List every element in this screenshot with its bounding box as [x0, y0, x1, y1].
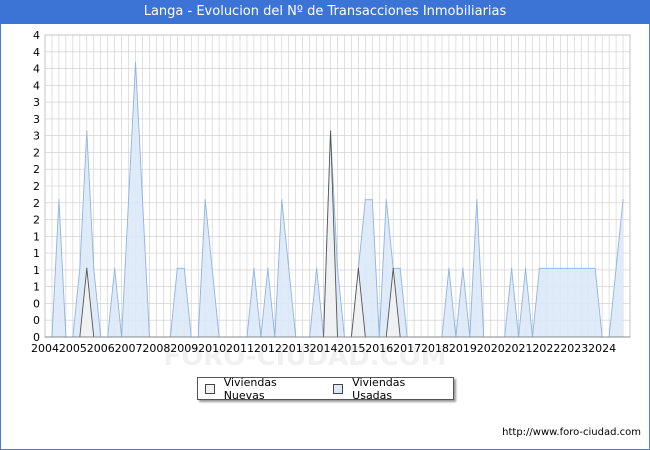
x-tick-label: 2024 [588, 342, 616, 355]
y-tick-label: 3 [33, 96, 40, 109]
viviendas-usadas-point [545, 267, 548, 269]
x-tick-label: 2008 [142, 342, 170, 355]
viviendas-usadas-point [573, 267, 575, 269]
y-tick-label: 0 [33, 297, 40, 310]
y-tick-label: 1 [33, 230, 40, 243]
x-tick-label: 2021 [505, 342, 533, 355]
viviendas-usadas-point [336, 267, 339, 269]
viviendas-usadas-point [93, 267, 95, 269]
legend-label-nuevas: Viviendas Nuevas [223, 375, 277, 402]
y-tick-label: 2 [33, 146, 40, 159]
source-url: http://www.foro-ciudad.com [502, 427, 641, 438]
y-tick-label: 1 [33, 264, 40, 277]
viviendas-usadas-point [559, 267, 561, 269]
viviendas-usadas-point [462, 267, 464, 269]
viviendas-usadas-point [538, 267, 541, 269]
y-tick-label: 4 [33, 63, 40, 76]
y-tick-label: 1 [33, 281, 40, 294]
x-tick-label: 2017 [393, 342, 421, 355]
viviendas-usadas-point [524, 267, 527, 269]
viviendas-usadas-point [552, 267, 554, 269]
y-tick-label: 0 [33, 314, 40, 327]
viviendas-usadas-point [183, 267, 185, 269]
viviendas-usadas-point [580, 267, 582, 269]
viviendas-usadas-point [448, 267, 450, 269]
viviendas-usadas-point [316, 267, 318, 269]
viviendas-usadas-point [281, 199, 283, 201]
y-tick-label: 3 [33, 130, 40, 143]
y-tick-label: 2 [33, 163, 40, 176]
viviendas-usadas-point [127, 199, 130, 201]
viviendas-usadas-point [114, 267, 116, 269]
legend-swatch-nuevas [205, 383, 215, 394]
x-tick-label: 2010 [198, 342, 226, 355]
x-tick-label: 2019 [449, 342, 477, 355]
viviendas-usadas-point [587, 267, 589, 269]
viviendas-usadas-point [58, 199, 60, 201]
viviendas-usadas-point [253, 267, 255, 269]
viviendas-usadas-point [267, 267, 269, 269]
viviendas-usadas-point [511, 267, 513, 269]
x-tick-label: 2022 [532, 342, 560, 355]
viviendas-usadas-point [79, 267, 81, 269]
x-tick-label: 2005 [59, 342, 87, 355]
x-tick-label: 2020 [477, 342, 505, 355]
x-tick-label: 2016 [365, 342, 393, 355]
x-tick-label: 2007 [115, 342, 143, 355]
legend-swatch-usadas [333, 383, 344, 394]
legend-label-usadas: Viviendas Usadas [352, 375, 406, 402]
viviendas-nuevas-point [329, 130, 332, 132]
viviendas-usadas-point [364, 199, 366, 201]
y-tick-label: 1 [33, 247, 40, 260]
x-tick-label: 2006 [87, 342, 115, 355]
y-tick-label: 3 [33, 113, 40, 126]
y-tick-label: 2 [33, 197, 40, 210]
x-tick-label: 2015 [337, 342, 365, 355]
viviendas-usadas-point [566, 267, 568, 269]
y-tick-label: 2 [33, 214, 40, 227]
y-tick-label: 4 [33, 29, 40, 42]
viviendas-usadas-point [288, 267, 290, 269]
viviendas-usadas-point [615, 267, 617, 269]
viviendas-usadas-point [86, 130, 88, 132]
viviendas-nuevas-point [392, 267, 394, 269]
legend-item-usadas: Viviendas Usadas [333, 376, 445, 402]
viviendas-usadas-point [476, 199, 478, 201]
viviendas-usadas-point [134, 61, 137, 64]
x-tick-label: 2014 [310, 342, 338, 355]
x-tick-label: 2018 [421, 342, 449, 355]
viviendas-usadas-point [141, 199, 144, 201]
viviendas-usadas-point [399, 267, 401, 269]
viviendas-usadas-point [211, 267, 213, 269]
viviendas-usadas-point [204, 199, 206, 201]
y-tick-label: 2 [33, 180, 40, 193]
y-tick-label: 4 [33, 46, 40, 59]
viviendas-nuevas-point [86, 267, 88, 269]
x-tick-label: 2023 [560, 342, 588, 355]
y-tick-label: 4 [33, 79, 40, 92]
x-tick-label: 2004 [31, 342, 59, 355]
x-tick-label: 2011 [226, 342, 254, 355]
x-tick-label: 2012 [254, 342, 282, 355]
viviendas-usadas-point [622, 199, 624, 201]
legend: Viviendas Nuevas Viviendas Usadas [197, 376, 454, 402]
viviendas-nuevas-point [357, 267, 359, 269]
x-tick-label: 2009 [170, 342, 198, 355]
viviendas-usadas-point [385, 199, 387, 201]
viviendas-usadas-point [594, 267, 596, 269]
viviendas-usadas-point [176, 267, 178, 269]
viviendas-usadas-point [371, 199, 373, 201]
x-tick-label: 2013 [282, 342, 310, 355]
legend-item-nuevas: Viviendas Nuevas [205, 376, 317, 402]
